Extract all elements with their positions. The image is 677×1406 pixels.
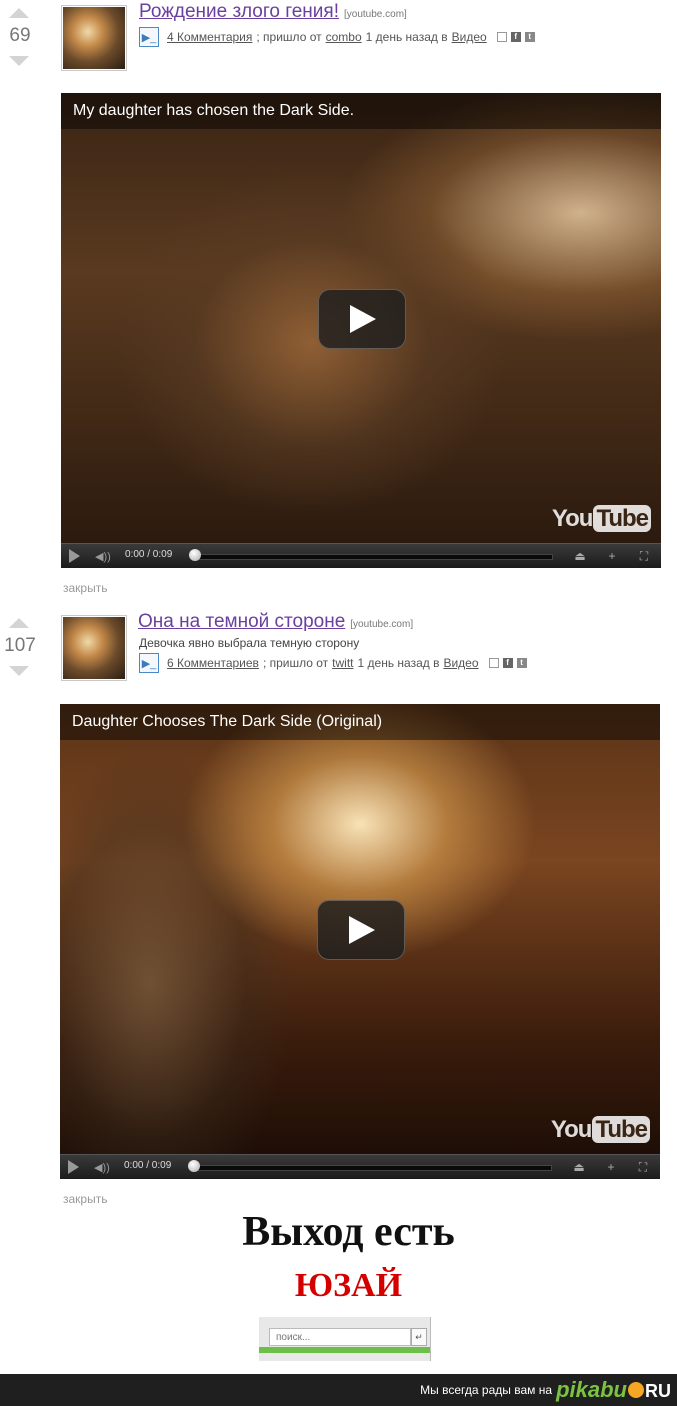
post-2: 107 Она на темной стороне [youtube.com] … bbox=[0, 610, 677, 1210]
video-title[interactable]: My daughter has chosen the Dark Side. bbox=[61, 93, 661, 129]
twitter-icon[interactable]: t bbox=[524, 32, 535, 42]
eject-icon[interactable]: ⏏ bbox=[568, 1159, 590, 1175]
video-player[interactable]: My daughter has chosen the Dark Side. Yo… bbox=[61, 93, 661, 568]
post-1: 69 Рождение злого гения! [youtube.com] ▶… bbox=[0, 0, 677, 600]
upvote-arrow-icon[interactable] bbox=[9, 8, 29, 18]
pikabu-logo-suffix: RU bbox=[645, 1381, 671, 1401]
facebook-icon[interactable]: f bbox=[510, 32, 521, 42]
progress-track[interactable] bbox=[194, 1165, 552, 1171]
video-title[interactable]: Daughter Chooses The Dark Side (Original… bbox=[60, 704, 660, 740]
category-link[interactable]: Видео bbox=[452, 30, 487, 44]
close-link[interactable]: закрыть bbox=[63, 1192, 107, 1206]
post-meta: ▶_ 4 Комментария ; пришло от combo 1 ден… bbox=[139, 27, 535, 47]
video-time: 0:00 / 0:09 bbox=[124, 1160, 172, 1171]
comment-icon[interactable]: ▶_ bbox=[139, 27, 159, 47]
progress-track[interactable] bbox=[195, 554, 553, 560]
post-title-link[interactable]: Рождение злого гения! bbox=[139, 1, 339, 23]
volume-icon[interactable]: ◀)) bbox=[95, 550, 111, 563]
save-icon[interactable] bbox=[488, 658, 499, 668]
video-controls: ◀)) 0:00 / 0:09 ⏏ + ⛶ bbox=[61, 543, 661, 568]
youtube-logo[interactable]: You Tube bbox=[552, 505, 651, 533]
progress-knob[interactable] bbox=[189, 549, 201, 561]
eject-icon[interactable]: ⏏ bbox=[569, 548, 591, 564]
comments-link[interactable]: 4 Комментария bbox=[167, 30, 252, 44]
search-input[interactable] bbox=[269, 1328, 411, 1346]
facebook-icon[interactable]: f bbox=[502, 658, 513, 668]
post-meta: ▶_ 6 Комментариев ; пришло от twitt 1 де… bbox=[139, 653, 527, 673]
post-title-link[interactable]: Она на темной стороне bbox=[138, 611, 345, 633]
video-time: 0:00 / 0:09 bbox=[125, 549, 173, 560]
downvote-arrow-icon[interactable] bbox=[9, 666, 29, 676]
pikabu-dot-icon bbox=[628, 1382, 644, 1398]
expand-icon[interactable]: + bbox=[600, 1159, 622, 1175]
footer-bar: Мы всегда рады вам на pikabu RU bbox=[0, 1374, 677, 1406]
comments-link[interactable]: 6 Комментариев bbox=[167, 656, 259, 670]
close-link[interactable]: закрыть bbox=[63, 581, 107, 595]
pikabu-logo-text: pikabu bbox=[556, 1377, 627, 1402]
ad-line-1: Выход есть bbox=[242, 1209, 455, 1255]
pikabu-logo[interactable]: pikabu RU bbox=[556, 1377, 671, 1403]
category-link[interactable]: Видео bbox=[443, 656, 478, 670]
video-controls: ◀)) 0:00 / 0:09 ⏏ + ⛶ bbox=[60, 1154, 660, 1179]
post-thumbnail[interactable] bbox=[61, 615, 127, 681]
ad-line-2: ЮЗАЙ bbox=[294, 1267, 403, 1304]
post-thumbnail[interactable] bbox=[61, 5, 127, 71]
vote-score: 69 bbox=[9, 25, 31, 46]
fullscreen-icon[interactable]: ⛶ bbox=[632, 1159, 654, 1175]
save-icon[interactable] bbox=[496, 32, 507, 42]
post-source: [youtube.com] bbox=[343, 9, 407, 20]
post-source: [youtube.com] bbox=[350, 619, 414, 630]
volume-icon[interactable]: ◀)) bbox=[94, 1161, 110, 1174]
upvote-arrow-icon[interactable] bbox=[9, 618, 29, 628]
post-subtitle: Девочка явно выбрала темную сторону bbox=[139, 636, 360, 650]
search-accent-bar bbox=[259, 1347, 430, 1353]
time-label: 1 день назад в bbox=[365, 30, 448, 44]
youtube-logo[interactable]: You Tube bbox=[551, 1116, 650, 1144]
twitter-icon[interactable]: t bbox=[516, 658, 527, 668]
time-label: 1 день назад в bbox=[357, 656, 440, 670]
search-widget: ↵ bbox=[259, 1317, 431, 1361]
play-button[interactable] bbox=[318, 289, 406, 349]
downvote-arrow-icon[interactable] bbox=[9, 56, 29, 66]
author-link[interactable]: combo bbox=[326, 30, 362, 44]
fullscreen-icon[interactable]: ⛶ bbox=[633, 548, 655, 564]
play-icon[interactable] bbox=[69, 549, 80, 563]
search-button-icon[interactable]: ↵ bbox=[411, 1328, 427, 1346]
author-link[interactable]: twitt bbox=[332, 656, 353, 670]
video-player[interactable]: Daughter Chooses The Dark Side (Original… bbox=[60, 704, 660, 1179]
play-icon[interactable] bbox=[68, 1160, 79, 1174]
came-from-label: ; пришло от bbox=[256, 30, 322, 44]
progress-knob[interactable] bbox=[188, 1160, 200, 1172]
comment-icon[interactable]: ▶_ bbox=[139, 653, 159, 673]
footer-text: Мы всегда рады вам на bbox=[420, 1383, 552, 1397]
came-from-label: ; пришло от bbox=[262, 656, 329, 670]
expand-icon[interactable]: + bbox=[601, 548, 623, 564]
vote-score: 107 bbox=[4, 635, 36, 656]
play-button[interactable] bbox=[317, 900, 405, 960]
